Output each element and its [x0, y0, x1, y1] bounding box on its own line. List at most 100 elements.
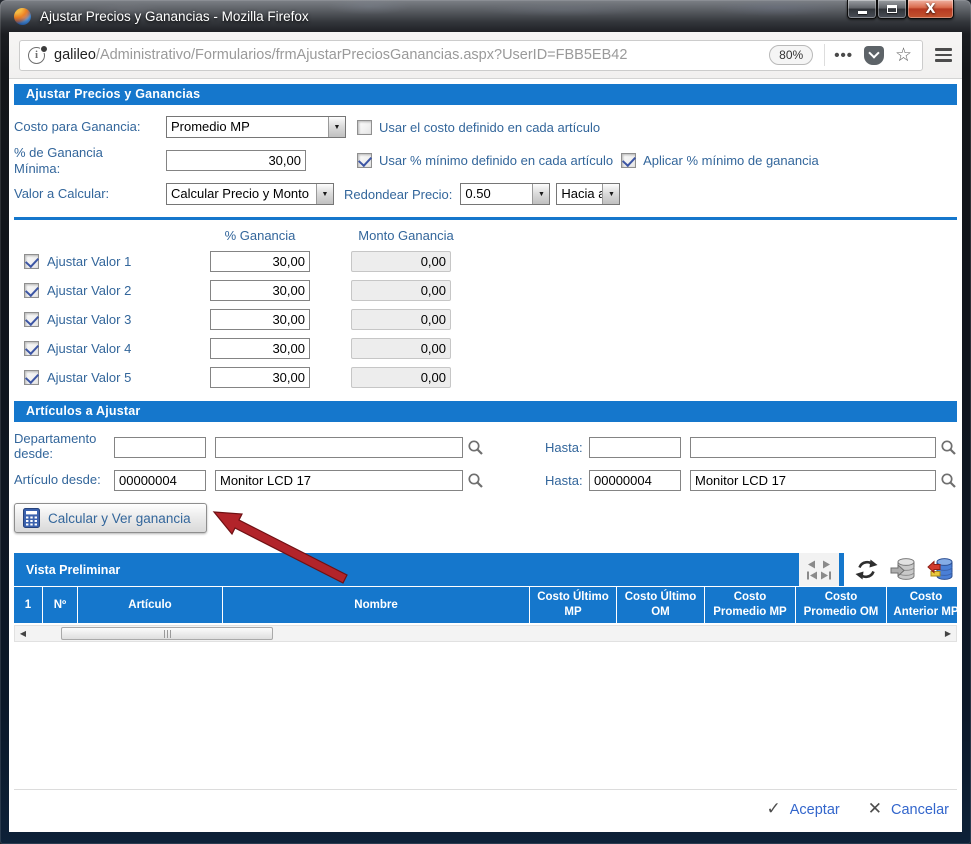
departamento-hasta-codigo-input[interactable] [589, 437, 681, 458]
grid-header-row: 1 Nº Artículo Nombre Costo Último MP Cos… [14, 587, 957, 623]
search-icon[interactable] [467, 439, 484, 456]
ajustar-valor-5-checkbox[interactable] [24, 370, 39, 385]
costo-para-ganancia-label: Costo para Ganancia: [14, 119, 166, 135]
chevron-down-icon: ▼ [532, 184, 549, 204]
departamento-desde-nombre-input[interactable] [215, 437, 463, 458]
ajustar-valor-2-checkbox[interactable] [24, 283, 39, 298]
site-info-icon[interactable]: i [28, 47, 45, 64]
col-monto-ganancia-header: Monto Ganancia [351, 228, 461, 243]
close-button[interactable]: X [907, 0, 954, 19]
cancelar-label: Cancelar [891, 802, 949, 818]
grid-header-costo-ultimo-om[interactable]: Costo Último OM [617, 587, 704, 623]
redondear-precio-value: 0.50 [461, 184, 532, 204]
calcular-ver-ganancia-label: Calcular y Ver ganancia [48, 511, 191, 526]
redondear-precio-label: Redondear Precio: [344, 187, 452, 202]
search-icon[interactable] [940, 439, 957, 456]
ajustar-valor-4-checkbox[interactable] [24, 341, 39, 356]
browser-toolbar: i galileo/Administrativo/Formularios/frm… [9, 32, 962, 79]
grid-header-articulo[interactable]: Artículo [78, 587, 222, 623]
page-actions-icon[interactable]: ••• [834, 47, 853, 64]
database-export-icon[interactable] [890, 557, 916, 583]
grid-header-numero[interactable]: Nº [43, 587, 77, 623]
database-import-icon[interactable] [927, 557, 953, 583]
chevron-down-icon: ▼ [602, 184, 619, 204]
pocket-icon[interactable] [864, 46, 884, 65]
horizontal-scrollbar[interactable]: ◀ ▶ [14, 625, 957, 642]
valor-a-calcular-select[interactable]: Calcular Precio y Monto ▼ [166, 183, 334, 205]
menu-icon[interactable] [935, 45, 952, 65]
section-header-articulos: Artículos a Ajustar [14, 401, 957, 422]
pct-ganancia-2-input[interactable] [210, 280, 310, 301]
zoom-level-badge[interactable]: 80% [769, 45, 813, 65]
valor-a-calcular-label: Valor a Calcular: [14, 186, 166, 202]
scroll-left-icon[interactable]: ◀ [15, 629, 31, 638]
articulo-desde-nombre-input[interactable] [215, 470, 463, 491]
monto-ganancia-4-input [351, 338, 451, 359]
articulo-desde-codigo-input[interactable] [114, 470, 206, 491]
ajustar-valor-1-checkbox[interactable] [24, 254, 39, 269]
toolbar-divider [824, 44, 825, 66]
scroll-right-icon[interactable]: ▶ [940, 629, 956, 638]
minimize-icon [858, 11, 867, 14]
pager-control[interactable] [799, 553, 839, 586]
cancelar-button[interactable]: ✕ Cancelar [868, 801, 949, 818]
grid-header-costo-anterior-mp[interactable]: Costo Anterior MP [887, 587, 957, 623]
grid-header-costo-promedio-om[interactable]: Costo Promedio OM [796, 587, 886, 623]
monto-ganancia-3-input [351, 309, 451, 330]
grid-header-costo-promedio-mp[interactable]: Costo Promedio MP [705, 587, 795, 623]
refresh-icon[interactable] [854, 557, 879, 582]
url-text[interactable]: galileo/Administrativo/Formularios/frmAj… [54, 47, 763, 63]
usar-minimo-articulo-label: Usar % mínimo definido en cada artículo [379, 153, 613, 168]
direccion-redondeo-value: Hacia arriba [557, 184, 602, 204]
grid-header-nombre[interactable]: Nombre [223, 587, 529, 623]
monto-ganancia-5-input [351, 367, 451, 388]
title-bar[interactable]: Ajustar Precios y Ganancias - Mozilla Fi… [9, 0, 962, 32]
minimize-button[interactable] [847, 0, 877, 19]
search-icon[interactable] [467, 472, 484, 489]
aceptar-label: Aceptar [790, 802, 840, 818]
departamento-desde-label: Departamentodesde: [14, 432, 114, 462]
form-page: Ajustar Precios y Ganancias Costo para G… [9, 79, 962, 832]
grid-header-costo-ultimo-mp[interactable]: Costo Último MP [530, 587, 616, 623]
maximize-icon [887, 5, 897, 13]
url-bar[interactable]: i galileo/Administrativo/Formularios/frm… [19, 40, 923, 71]
departamento-desde-codigo-input[interactable] [114, 437, 206, 458]
calculator-icon [23, 508, 40, 528]
articulo-hasta-nombre-input[interactable] [690, 470, 936, 491]
departamento-hasta-nombre-input[interactable] [690, 437, 936, 458]
ganancia-minima-input[interactable] [166, 150, 306, 171]
pct-ganancia-5-input[interactable] [210, 367, 310, 388]
usar-minimo-articulo-checkbox[interactable] [357, 153, 372, 168]
pct-ganancia-3-input[interactable] [210, 309, 310, 330]
valor-row-5: Ajustar Valor 5 [14, 367, 957, 388]
monto-ganancia-2-input [351, 280, 451, 301]
pct-ganancia-1-input[interactable] [210, 251, 310, 272]
aplicar-minimo-label: Aplicar % mínimo de ganancia [643, 153, 819, 168]
monto-ganancia-1-input [351, 251, 451, 272]
ajustar-valor-3-checkbox[interactable] [24, 312, 39, 327]
calcular-ver-ganancia-button[interactable]: Calcular y Ver ganancia [14, 503, 207, 533]
costo-para-ganancia-select[interactable]: Promedio MP ▼ [166, 116, 346, 138]
usar-costo-articulo-checkbox[interactable] [357, 120, 372, 135]
window-title: Ajustar Precios y Ganancias - Mozilla Fi… [40, 9, 309, 24]
chevron-down-icon: ▼ [328, 117, 345, 137]
x-icon: ✕ [868, 801, 882, 818]
close-icon: X [925, 2, 935, 17]
direccion-redondeo-select[interactable]: Hacia arriba ▼ [556, 183, 620, 205]
ajustar-valor-4-label: Ajustar Valor 4 [47, 341, 210, 356]
articulo-hasta-codigo-input[interactable] [589, 470, 681, 491]
scrollbar-thumb[interactable] [61, 627, 273, 640]
search-icon[interactable] [940, 472, 957, 489]
grid-header-rownum: 1 [14, 587, 42, 623]
valor-row-3: Ajustar Valor 3 [14, 309, 957, 330]
ajustar-valor-2-label: Ajustar Valor 2 [47, 283, 210, 298]
redondear-precio-select[interactable]: 0.50 ▼ [460, 183, 550, 205]
usar-costo-articulo-label: Usar el costo definido en cada artículo [379, 120, 600, 135]
maximize-button[interactable] [877, 0, 907, 19]
blue-divider [14, 217, 957, 220]
bookmark-star-icon[interactable]: ☆ [895, 46, 912, 65]
aceptar-button[interactable]: ✓ Aceptar [766, 801, 839, 818]
valor-a-calcular-value: Calcular Precio y Monto [167, 184, 316, 204]
pct-ganancia-4-input[interactable] [210, 338, 310, 359]
aplicar-minimo-checkbox[interactable] [621, 153, 636, 168]
